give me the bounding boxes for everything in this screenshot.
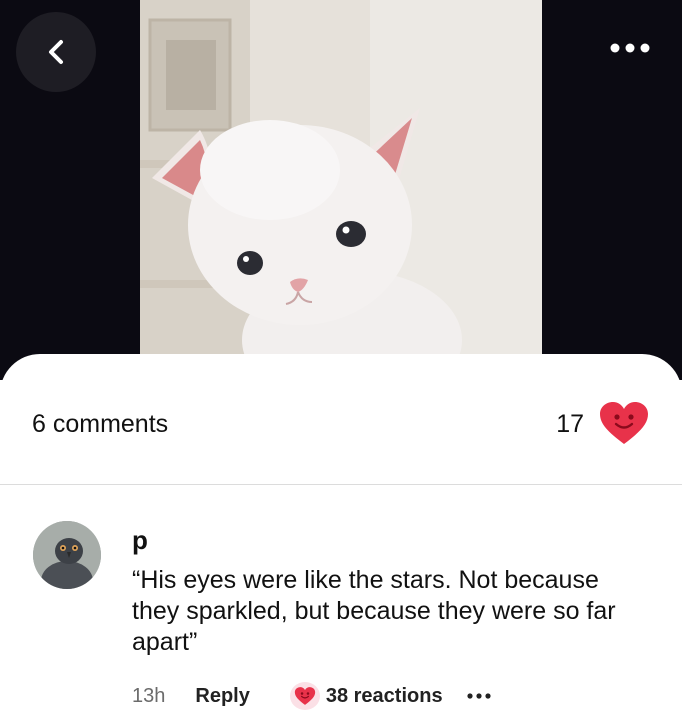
likes-count[interactable]: 17 [556, 410, 584, 439]
kitten-illustration [140, 0, 542, 360]
reply-button[interactable]: Reply [195, 685, 249, 708]
comment-text: “His eyes were like the stars. Not becau… [132, 566, 616, 656]
more-horizontal-icon [466, 693, 491, 699]
post-stats: 6 comments 17 [0, 354, 682, 484]
comments-count-label[interactable]: 6 comments [32, 410, 168, 439]
avatar[interactable] [33, 521, 101, 589]
comments-sheet: 6 comments 17 p “His eyes were like the … [0, 354, 682, 727]
more-options-button[interactable] [608, 36, 652, 60]
comment-meta: 13h Reply 38 reactions [132, 681, 493, 711]
comment-more-button[interactable] [466, 686, 493, 706]
reactions-count: 38 reactions [325, 684, 443, 707]
like-button[interactable] [598, 400, 650, 446]
comment-author[interactable]: p [132, 525, 148, 556]
heart-face-icon [289, 682, 320, 710]
comment-timestamp: 13h [132, 684, 166, 707]
back-button[interactable] [16, 12, 96, 92]
pigeon-avatar-image [33, 521, 101, 589]
heart-face-icon [600, 402, 648, 444]
comment-item: p “His eyes were like the stars. Not bec… [0, 485, 682, 727]
photo-viewer [0, 0, 682, 380]
post-photo[interactable] [140, 0, 542, 360]
reactions-button[interactable]: 38 reactions [289, 682, 443, 710]
chevron-left-icon [49, 40, 63, 64]
more-horizontal-icon [610, 43, 650, 53]
